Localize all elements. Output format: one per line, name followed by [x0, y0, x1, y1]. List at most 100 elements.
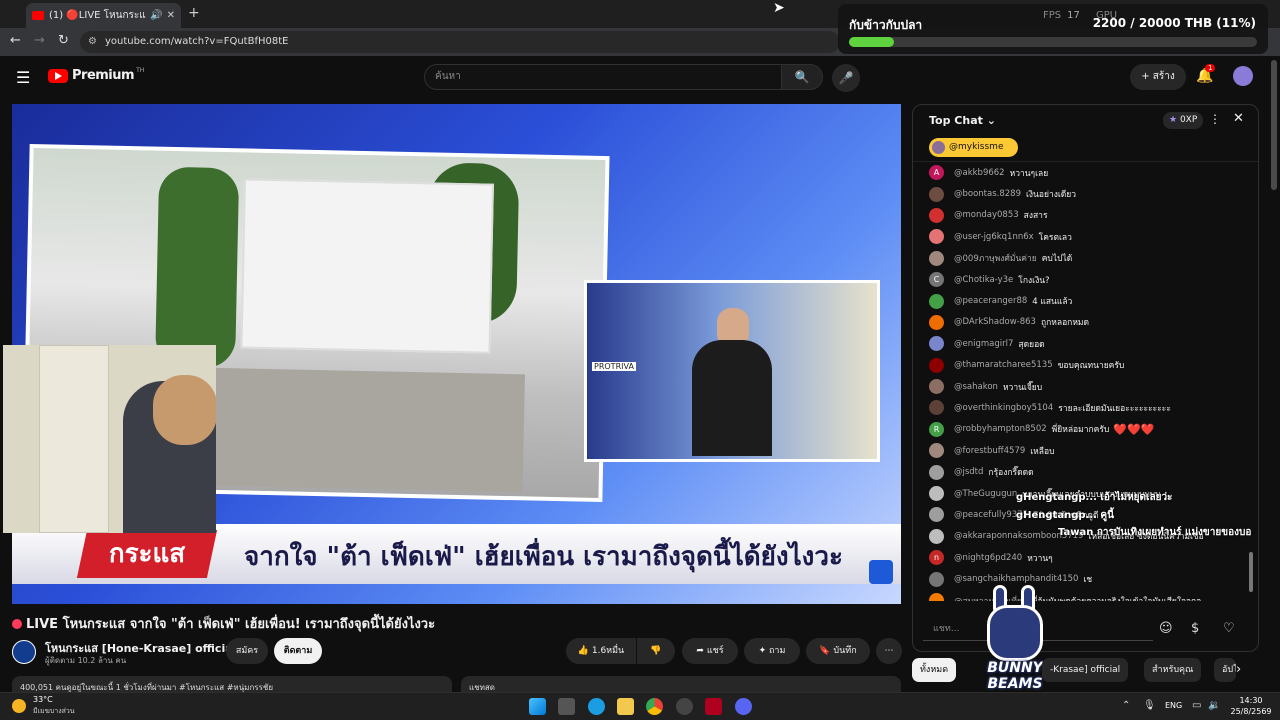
chat-avatar[interactable]: [929, 593, 944, 601]
url-field[interactable]: ⚙ youtube.com/watch?v=FQutBfH08tE: [80, 31, 840, 53]
chat-author[interactable]: @DArkShadow-863: [954, 317, 1036, 327]
chat-avatar[interactable]: C: [929, 272, 944, 288]
chat-author[interactable]: @overthinkingboy5104: [954, 403, 1053, 413]
network-icon[interactable]: ▭: [1192, 700, 1201, 711]
chat-author[interactable]: @peaceranger88: [954, 296, 1027, 306]
chat-message[interactable]: @forestbuff4579 เหลือบ: [913, 440, 1258, 461]
chip-uploads[interactable]: อัปโ: [1214, 658, 1236, 682]
more-actions-button[interactable]: ⋯: [876, 638, 902, 664]
like-button[interactable]: 👍 1.6หมื่น: [566, 638, 636, 664]
channel-avatar[interactable]: [12, 640, 36, 664]
chat-author[interactable]: @TheGugugun: [954, 489, 1017, 499]
chip-channel[interactable]: -Krasae] official: [1042, 658, 1129, 682]
chat-avatar[interactable]: [929, 314, 944, 330]
file-explorer-icon[interactable]: [617, 698, 634, 715]
chat-author[interactable]: @user-jg6kq1nn6x: [954, 232, 1034, 242]
chat-author[interactable]: @sangchaikhamphandit4150: [954, 574, 1078, 584]
chat-avatar[interactable]: R: [929, 421, 944, 437]
discord-icon[interactable]: [735, 698, 752, 715]
chat-avatar[interactable]: [929, 507, 944, 523]
chat-author[interactable]: @akkb9662: [954, 168, 1005, 178]
chat-author[interactable]: @forestbuff4579: [954, 446, 1025, 456]
chip-all[interactable]: ทั้งหมด: [912, 658, 957, 682]
save-button[interactable]: 🔖 บันทึก: [806, 638, 870, 664]
task-view-icon[interactable]: [558, 698, 575, 715]
chat-message[interactable]: @enigmagirl7 สุดยอด: [913, 333, 1258, 354]
chat-author[interactable]: @sahakon: [954, 382, 998, 392]
chat-more-icon[interactable]: ⋮: [1209, 112, 1221, 126]
system-clock[interactable]: 14:30 25/8/2569: [1228, 695, 1274, 717]
microphone-tray-icon[interactable]: 🎙: [1143, 700, 1156, 711]
chat-message[interactable]: C @Chotika-y3e โกงเงิน?: [913, 269, 1258, 290]
chat-message[interactable]: A @akkb9662 หวานๆเลย: [913, 162, 1258, 183]
chat-avatar[interactable]: [929, 357, 944, 373]
chat-avatar[interactable]: [929, 379, 944, 395]
chat-avatar[interactable]: A: [929, 165, 944, 181]
app-icon[interactable]: [705, 698, 722, 715]
start-icon[interactable]: [529, 698, 546, 715]
chat-mode-dropdown[interactable]: Top Chat ⌄: [929, 114, 996, 127]
chat-message[interactable]: n @nightg6pd240 หวานๆ: [913, 547, 1258, 568]
chat-avatar[interactable]: [929, 400, 944, 416]
chat-message[interactable]: @boontas.8289 เงินอย่างเดียว: [913, 183, 1258, 204]
chat-author[interactable]: @monday0853: [954, 210, 1019, 220]
page-scrollbar[interactable]: [1271, 60, 1277, 190]
search-button[interactable]: 🔍: [781, 64, 823, 90]
chat-message[interactable]: @monday0853 สงสาร: [913, 205, 1258, 226]
xp-badge[interactable]: ★ 0XP: [1163, 112, 1204, 129]
chat-author[interactable]: @009ภาษุพงศ์มั่นค่าย: [954, 251, 1037, 265]
back-icon[interactable]: ←: [10, 33, 21, 48]
emoji-icon[interactable]: ☺: [1159, 621, 1173, 636]
chat-message[interactable]: @sahakon หวานเจี๊ยบ: [913, 376, 1258, 397]
site-info-icon[interactable]: ⚙: [88, 31, 97, 53]
chat-message[interactable]: @overthinkingboy5104 รายละเอียดมันเยอะะะะ…: [913, 397, 1258, 418]
chat-avatar[interactable]: [929, 293, 944, 309]
super-chat-icon[interactable]: $: [1191, 621, 1199, 636]
volume-icon[interactable]: 🔉: [1208, 700, 1220, 711]
voice-search-button[interactable]: 🎤: [832, 64, 860, 92]
chat-message[interactable]: @009ภาษุพงศ์มั่นค่าย คบไปได้: [913, 248, 1258, 269]
create-button[interactable]: + สร้าง: [1130, 64, 1186, 90]
chat-author[interactable]: @robbyhampton8502: [954, 424, 1047, 434]
chat-avatar[interactable]: [929, 207, 944, 223]
new-tab-icon[interactable]: +: [188, 5, 200, 21]
chat-scroll-thumb[interactable]: [1249, 552, 1253, 592]
chat-message[interactable]: @peaceranger88 4 แสนแล้ว: [913, 290, 1258, 311]
chrome-icon[interactable]: [646, 698, 663, 715]
join-button[interactable]: สมัคร: [226, 638, 268, 664]
hamburger-menu-icon[interactable]: ☰: [16, 68, 30, 87]
chat-author[interactable]: @boontas.8289: [954, 189, 1021, 199]
pinned-user-chip[interactable]: @mykissme: [929, 138, 1018, 157]
chat-author[interactable]: @jsdtd: [954, 467, 983, 477]
speaker-icon[interactable]: 🔊: [150, 10, 162, 21]
close-tab-icon[interactable]: ✕: [167, 10, 175, 21]
forward-icon[interactable]: →: [34, 33, 45, 48]
obs-icon[interactable]: [676, 698, 693, 715]
search-input[interactable]: ค้นหา: [424, 64, 782, 90]
chip-for-you[interactable]: สำหรับคุณ: [1144, 658, 1202, 682]
chat-author[interactable]: @nightg6pd240: [954, 553, 1022, 563]
youtube-premium-logo[interactable]: Premium TH: [48, 67, 144, 83]
input-language[interactable]: ENG: [1165, 701, 1182, 710]
chat-avatar[interactable]: [929, 571, 944, 587]
edge-icon[interactable]: [588, 698, 605, 715]
chat-avatar[interactable]: [929, 229, 944, 245]
chat-avatar[interactable]: [929, 186, 944, 202]
heart-icon[interactable]: ♡: [1223, 621, 1235, 636]
chat-avatar[interactable]: [929, 443, 944, 459]
chat-message[interactable]: @user-jg6kq1nn6x โครตเลว: [913, 226, 1258, 247]
chat-avatar[interactable]: [929, 528, 944, 544]
chat-message[interactable]: @jsdtd กรุ้องกรี๊ดดด: [913, 461, 1258, 482]
chat-message[interactable]: @thamaratcharee5135 ขอบคุณทนายครับ: [913, 355, 1258, 376]
notifications-button[interactable]: 🔔 1: [1196, 64, 1216, 84]
chat-avatar[interactable]: [929, 464, 944, 480]
account-avatar[interactable]: [1233, 66, 1253, 86]
weather-sun-icon[interactable]: [12, 699, 26, 713]
browser-tab-active[interactable]: (1) 🔴LIVE โหนกระแส จากใจ 🔊 ✕: [26, 3, 181, 28]
chat-message[interactable]: @DArkShadow-863 ถูกหลอกหมด: [913, 312, 1258, 333]
chat-author[interactable]: @Chotika-y3e: [954, 275, 1013, 285]
tray-chevron-icon[interactable]: ⌃: [1122, 700, 1130, 711]
chat-message[interactable]: R @robbyhampton8502 พี่ยิหล่อมากครับ ❤️❤️❤️: [913, 419, 1258, 440]
chevron-right-icon[interactable]: ›: [1236, 662, 1241, 677]
chat-author[interactable]: @thamaratcharee5135: [954, 360, 1053, 370]
